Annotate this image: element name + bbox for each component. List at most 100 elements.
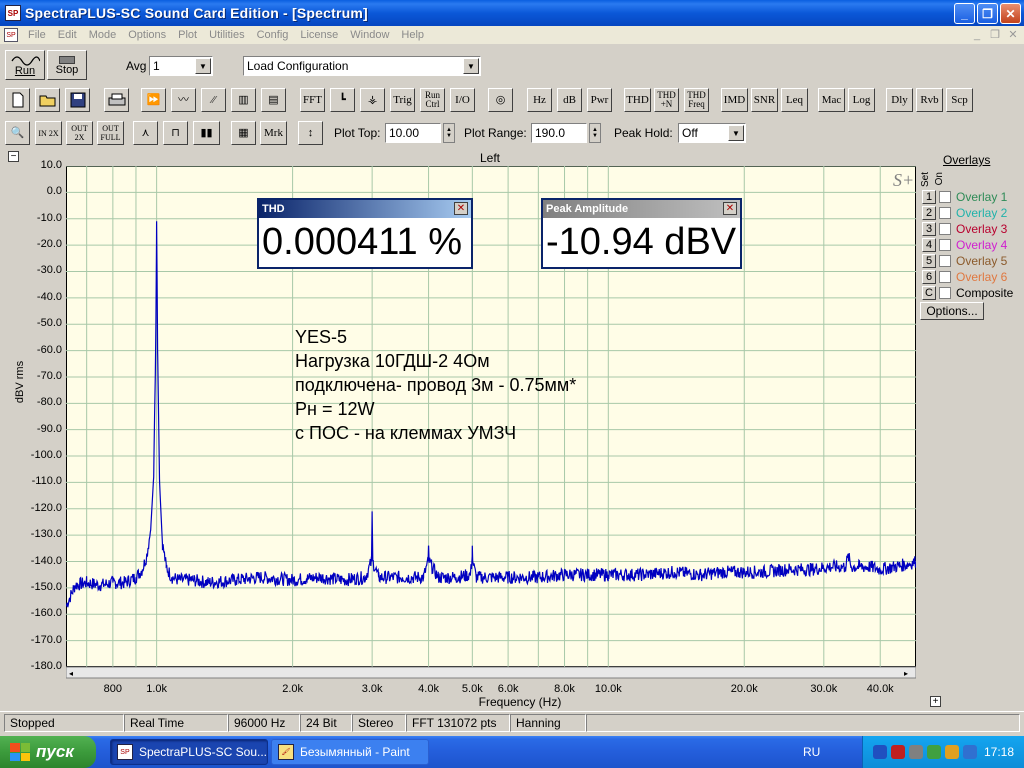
tray-icon[interactable] bbox=[945, 745, 959, 759]
dly-button[interactable]: Dly bbox=[886, 88, 913, 112]
start-button[interactable]: пуск bbox=[0, 736, 96, 768]
db-button[interactable]: dB bbox=[557, 88, 582, 112]
new-file-icon[interactable] bbox=[5, 88, 30, 112]
waveform-icon[interactable]: 〰 bbox=[171, 88, 196, 112]
document-icon[interactable]: SP bbox=[4, 28, 18, 42]
menu-edit[interactable]: Edit bbox=[52, 29, 83, 41]
leq-button[interactable]: Leq bbox=[781, 88, 808, 112]
clock[interactable]: 17:18 bbox=[984, 745, 1014, 759]
app-icon[interactable]: SP bbox=[5, 5, 21, 21]
avg-select[interactable]: 1 ▼ bbox=[149, 56, 213, 76]
mdi-minimize-button[interactable]: _ bbox=[970, 29, 984, 41]
imd-button[interactable]: IMD bbox=[721, 88, 748, 112]
overlay-set-button[interactable]: 5 bbox=[922, 253, 936, 268]
menu-plot[interactable]: Plot bbox=[172, 29, 203, 41]
snr-button[interactable]: SNR bbox=[751, 88, 778, 112]
task-paint[interactable]: 🖌 Безымянный - Paint bbox=[271, 739, 429, 765]
overlay-checkbox[interactable] bbox=[939, 270, 951, 283]
table-icon[interactable]: ▦ bbox=[231, 121, 256, 145]
filter-icon[interactable]: ⚶ bbox=[360, 88, 385, 112]
chevron-down-icon[interactable]: ▼ bbox=[463, 58, 479, 74]
peak-amplitude-meter[interactable]: Peak Amplitude ✕ -10.94 dBV bbox=[541, 198, 742, 269]
tray-icon[interactable] bbox=[963, 745, 977, 759]
menu-utilities[interactable]: Utilities bbox=[203, 29, 250, 41]
tray-icon[interactable] bbox=[927, 745, 941, 759]
log-button[interactable]: Log bbox=[848, 88, 875, 112]
horizontal-scrollbar[interactable]: ◂ ▸ bbox=[66, 666, 916, 679]
chevron-down-icon[interactable]: ▼ bbox=[728, 125, 744, 141]
bar-plot-icon[interactable]: ▮▮ bbox=[193, 121, 220, 145]
zoom-icon[interactable]: 🔍 bbox=[5, 121, 30, 145]
stop-button[interactable]: Stop bbox=[47, 50, 87, 80]
task-spectraplus[interactable]: SP SpectraPLUS-SC Sou... bbox=[110, 739, 268, 765]
menu-license[interactable]: License bbox=[294, 29, 344, 41]
overlay-checkbox[interactable] bbox=[939, 206, 951, 219]
hz-button[interactable]: Hz bbox=[527, 88, 552, 112]
trig-button[interactable]: Trig bbox=[390, 88, 415, 112]
line-plot-icon[interactable]: ⋏ bbox=[133, 121, 158, 145]
io-button[interactable]: I/O bbox=[450, 88, 475, 112]
marker-button[interactable]: Mrk bbox=[260, 121, 287, 145]
open-folder-icon[interactable] bbox=[35, 88, 60, 112]
overlay-set-button[interactable]: C bbox=[922, 285, 936, 300]
language-indicator[interactable]: RU bbox=[803, 745, 820, 759]
overlay-set-button[interactable]: 4 bbox=[922, 237, 936, 252]
thd-button[interactable]: THD bbox=[624, 88, 651, 112]
axis-icon[interactable]: ┗ bbox=[330, 88, 355, 112]
overlay-set-button[interactable]: 6 bbox=[922, 269, 936, 284]
thd-n-button[interactable]: THD +N bbox=[654, 88, 679, 112]
plot-range-input[interactable]: 190.0 bbox=[531, 123, 587, 143]
overlay-checkbox[interactable] bbox=[939, 222, 951, 235]
plot-range-spinner[interactable]: ▲ ▼ bbox=[589, 123, 601, 143]
step-plot-icon[interactable]: ⊓ bbox=[163, 121, 188, 145]
vertical-scale-icon[interactable]: ↕ bbox=[298, 121, 323, 145]
plot-top-input[interactable]: 10.00 bbox=[385, 123, 441, 143]
menu-help[interactable]: Help bbox=[395, 29, 430, 41]
expand-icon[interactable]: + bbox=[930, 696, 941, 707]
rvb-button[interactable]: Rvb bbox=[916, 88, 943, 112]
print-icon[interactable] bbox=[104, 88, 129, 112]
spectrogram-icon[interactable]: ▥ bbox=[231, 88, 256, 112]
restore-button[interactable]: ❐ bbox=[977, 3, 998, 24]
mdi-restore-button[interactable]: ❐ bbox=[988, 29, 1002, 41]
close-button[interactable]: ✕ bbox=[1000, 3, 1021, 24]
thd-meter[interactable]: THD ✕ 0.000411 % bbox=[257, 198, 473, 269]
peak-hold-select[interactable]: Off ▼ bbox=[678, 123, 746, 143]
zoom-out-full-button[interactable]: OUT FULL bbox=[97, 121, 124, 145]
overlay-set-button[interactable]: 3 bbox=[922, 221, 936, 236]
zoom-out-2x-button[interactable]: OUT 2X bbox=[66, 121, 93, 145]
menu-file[interactable]: File bbox=[22, 29, 52, 41]
run-button[interactable]: Run bbox=[5, 50, 45, 80]
configuration-select[interactable]: Load Configuration ▼ bbox=[243, 56, 481, 76]
overlay-set-button[interactable]: 2 bbox=[922, 205, 936, 220]
chevron-down-icon[interactable]: ▼ bbox=[195, 58, 211, 74]
tray-icon[interactable] bbox=[891, 745, 905, 759]
close-icon[interactable]: ✕ bbox=[723, 202, 737, 215]
mac-button[interactable]: Mac bbox=[818, 88, 845, 112]
menu-mode[interactable]: Mode bbox=[83, 29, 123, 41]
menu-options[interactable]: Options bbox=[122, 29, 172, 41]
overlay-checkbox[interactable] bbox=[939, 286, 951, 299]
pwr-button[interactable]: Pwr bbox=[587, 88, 612, 112]
zoom-in-2x-button[interactable]: IN 2X bbox=[35, 121, 62, 145]
fast-forward-icon[interactable]: ⏩ bbox=[141, 88, 166, 112]
ramp-icon[interactable]: ⁄⁄ bbox=[201, 88, 226, 112]
overlay-set-button[interactable]: 1 bbox=[922, 189, 936, 204]
close-icon[interactable]: ✕ bbox=[454, 202, 468, 215]
overlay-checkbox[interactable] bbox=[939, 190, 951, 203]
overlay-options-button[interactable]: Options... bbox=[920, 302, 984, 320]
plot-top-spinner[interactable]: ▲ ▼ bbox=[443, 123, 455, 143]
mdi-close-button[interactable]: ✕ bbox=[1006, 29, 1020, 41]
thd-freq-button[interactable]: THD Freq bbox=[684, 88, 709, 112]
title-bar[interactable]: SP SpectraPLUS-SC Sound Card Edition - [… bbox=[0, 0, 1024, 26]
menu-window[interactable]: Window bbox=[344, 29, 395, 41]
minimize-button[interactable]: _ bbox=[954, 3, 975, 24]
3d-surface-icon[interactable]: ▤ bbox=[261, 88, 286, 112]
scp-button[interactable]: Scp bbox=[946, 88, 973, 112]
signal-generator-icon[interactable]: ◎ bbox=[488, 88, 513, 112]
overlay-checkbox[interactable] bbox=[939, 238, 951, 251]
menu-config[interactable]: Config bbox=[251, 29, 295, 41]
tray-icon[interactable] bbox=[873, 745, 887, 759]
tray-icon[interactable] bbox=[909, 745, 923, 759]
save-icon[interactable] bbox=[65, 88, 90, 112]
